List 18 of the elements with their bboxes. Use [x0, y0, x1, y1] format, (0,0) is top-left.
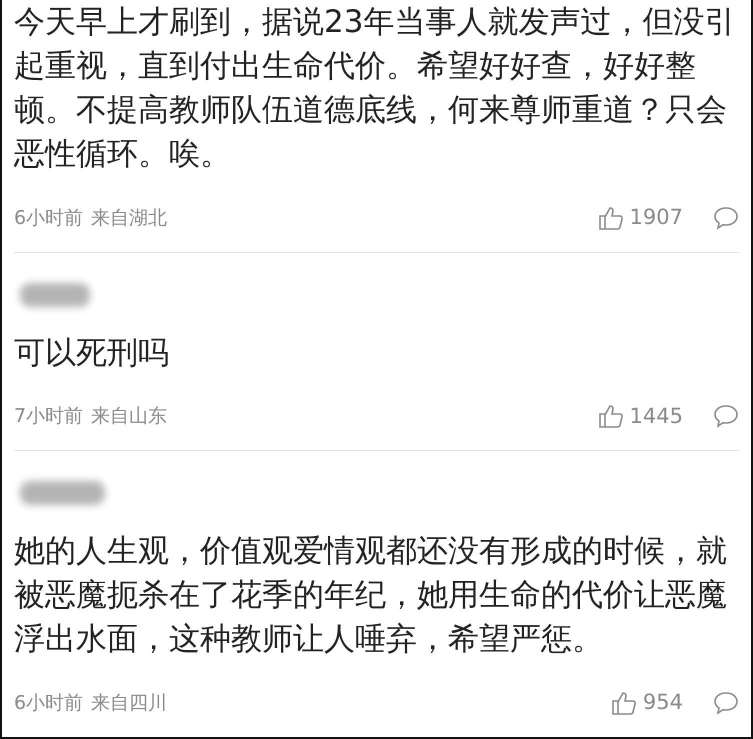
- comment-location: 来自湖北: [91, 206, 168, 230]
- comment-text: 她的人生观，价值观爱情观都还没有形成的时候，就被恶魔扼杀在了花季的年纪，她用生命的代价让恶魔浮出水面，这种教师让人唾弃，希望严惩。: [14, 532, 728, 659]
- like-count: 954: [642, 689, 683, 716]
- comment-text: 可以死刑吗: [14, 334, 170, 372]
- thumbs-up-icon[interactable]: [598, 204, 624, 231]
- comment-icon[interactable]: [713, 690, 739, 716]
- comment-location: 来自山东: [91, 404, 168, 429]
- comment-time: 7小时前: [14, 404, 84, 429]
- like-count: 1907: [630, 204, 683, 231]
- comment-time: 6小时前: [14, 690, 84, 716]
- comment-icon[interactable]: [713, 403, 739, 430]
- comment-time: 6小时前: [14, 206, 84, 230]
- thumbs-up-icon[interactable]: [598, 403, 624, 430]
- thumbs-up-icon[interactable]: [610, 690, 637, 716]
- comment-location: 来自四川: [91, 690, 168, 716]
- comment-text: 今天早上才刷到，据说23年当事人就发声过，但没引起重视，直到付出生命代价。希望好好查，好好整顿。不提高教师队伍道德底线，何来尊师重道？只会恶性循环。唉。: [14, 3, 736, 174]
- comment-icon[interactable]: [713, 204, 739, 231]
- like-count: 1445: [630, 402, 683, 430]
